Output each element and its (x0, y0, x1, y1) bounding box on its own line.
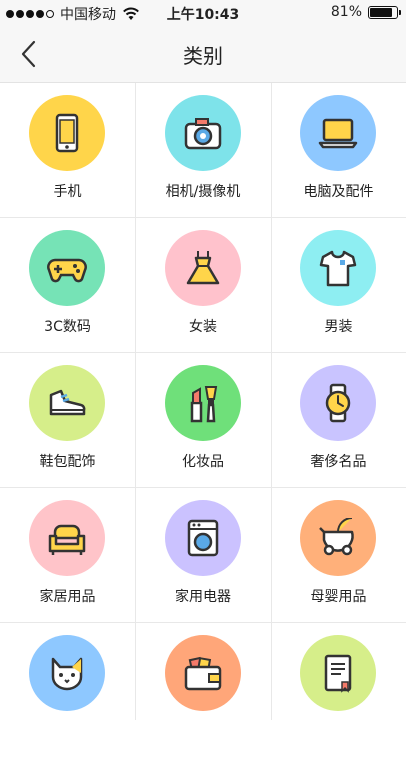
category-icon-circle (29, 230, 105, 306)
category-item[interactable] (136, 623, 271, 758)
category-item[interactable]: 家用电器 (136, 488, 271, 623)
camera-icon (184, 118, 221, 150)
battery-percent: 81% (330, 4, 362, 20)
category-label: 电脑及配件 (303, 184, 374, 200)
book-icon (324, 654, 352, 693)
sneaker-icon (49, 389, 86, 416)
watch-icon (325, 383, 351, 423)
category-label: 3C数码 (44, 319, 91, 335)
category-icon-circle (164, 230, 241, 306)
category-label: 化妆品 (182, 454, 224, 470)
category-label: 母婴用品 (310, 589, 367, 605)
page-title: 类别 (183, 44, 223, 68)
category-icon-circle (164, 500, 241, 576)
wallet-icon (184, 656, 221, 691)
washing-machine-icon (187, 519, 218, 557)
category-item[interactable]: 鞋包配饰 (0, 353, 135, 488)
category-icon-circle (300, 95, 376, 171)
stroller-icon (319, 518, 354, 556)
category-item[interactable]: 男装 (271, 218, 406, 353)
makeup-icon (190, 386, 217, 423)
category-label: 男装 (324, 319, 353, 335)
category-icon-circle (164, 635, 241, 711)
category-icon-circle (29, 95, 105, 171)
category-item[interactable]: 化妆品 (136, 353, 271, 488)
category-item[interactable]: 母婴用品 (271, 488, 406, 623)
category-icon-circle (300, 500, 376, 576)
category-item[interactable]: 相机/摄像机 (136, 83, 271, 218)
category-label: 女装 (189, 319, 217, 335)
sofa-icon (48, 524, 86, 555)
category-item[interactable]: 奢侈名品 (271, 353, 406, 488)
category-icon-circle (300, 365, 376, 441)
category-icon-circle (164, 365, 241, 441)
gamepad-icon (47, 258, 87, 283)
cat-icon (51, 657, 83, 691)
category-icon-circle (300, 635, 376, 711)
category-icon-circle (300, 230, 376, 306)
category-item[interactable]: 女装 (136, 218, 271, 353)
category-item[interactable]: 3C数码 (0, 218, 135, 353)
status-bar: 中国移动 上午10:43 81% (0, 0, 406, 26)
category-label: 家居用品 (39, 589, 96, 605)
category-label: 家用电器 (175, 589, 231, 605)
category-label: 手机 (53, 184, 82, 200)
category-icon-circle (164, 95, 241, 171)
category-icon-circle (29, 500, 105, 576)
category-item[interactable]: 家居用品 (0, 488, 135, 623)
category-item[interactable] (0, 623, 135, 758)
dress-icon (186, 251, 219, 285)
category-icon-circle (29, 635, 105, 711)
nav-bar: 类别 (0, 26, 406, 83)
tshirt-icon (319, 250, 357, 287)
category-item[interactable]: 手机 (0, 83, 135, 218)
phone-icon (55, 113, 79, 153)
category-icon-circle (29, 365, 105, 441)
category-item[interactable] (271, 623, 406, 758)
category-label: 鞋包配饰 (39, 454, 96, 470)
category-item[interactable]: 电脑及配件 (271, 83, 406, 218)
category-label: 奢侈名品 (310, 454, 367, 470)
battery-icon (368, 5, 401, 19)
category-label: 相机/摄像机 (165, 184, 241, 200)
laptop-icon (318, 118, 358, 149)
